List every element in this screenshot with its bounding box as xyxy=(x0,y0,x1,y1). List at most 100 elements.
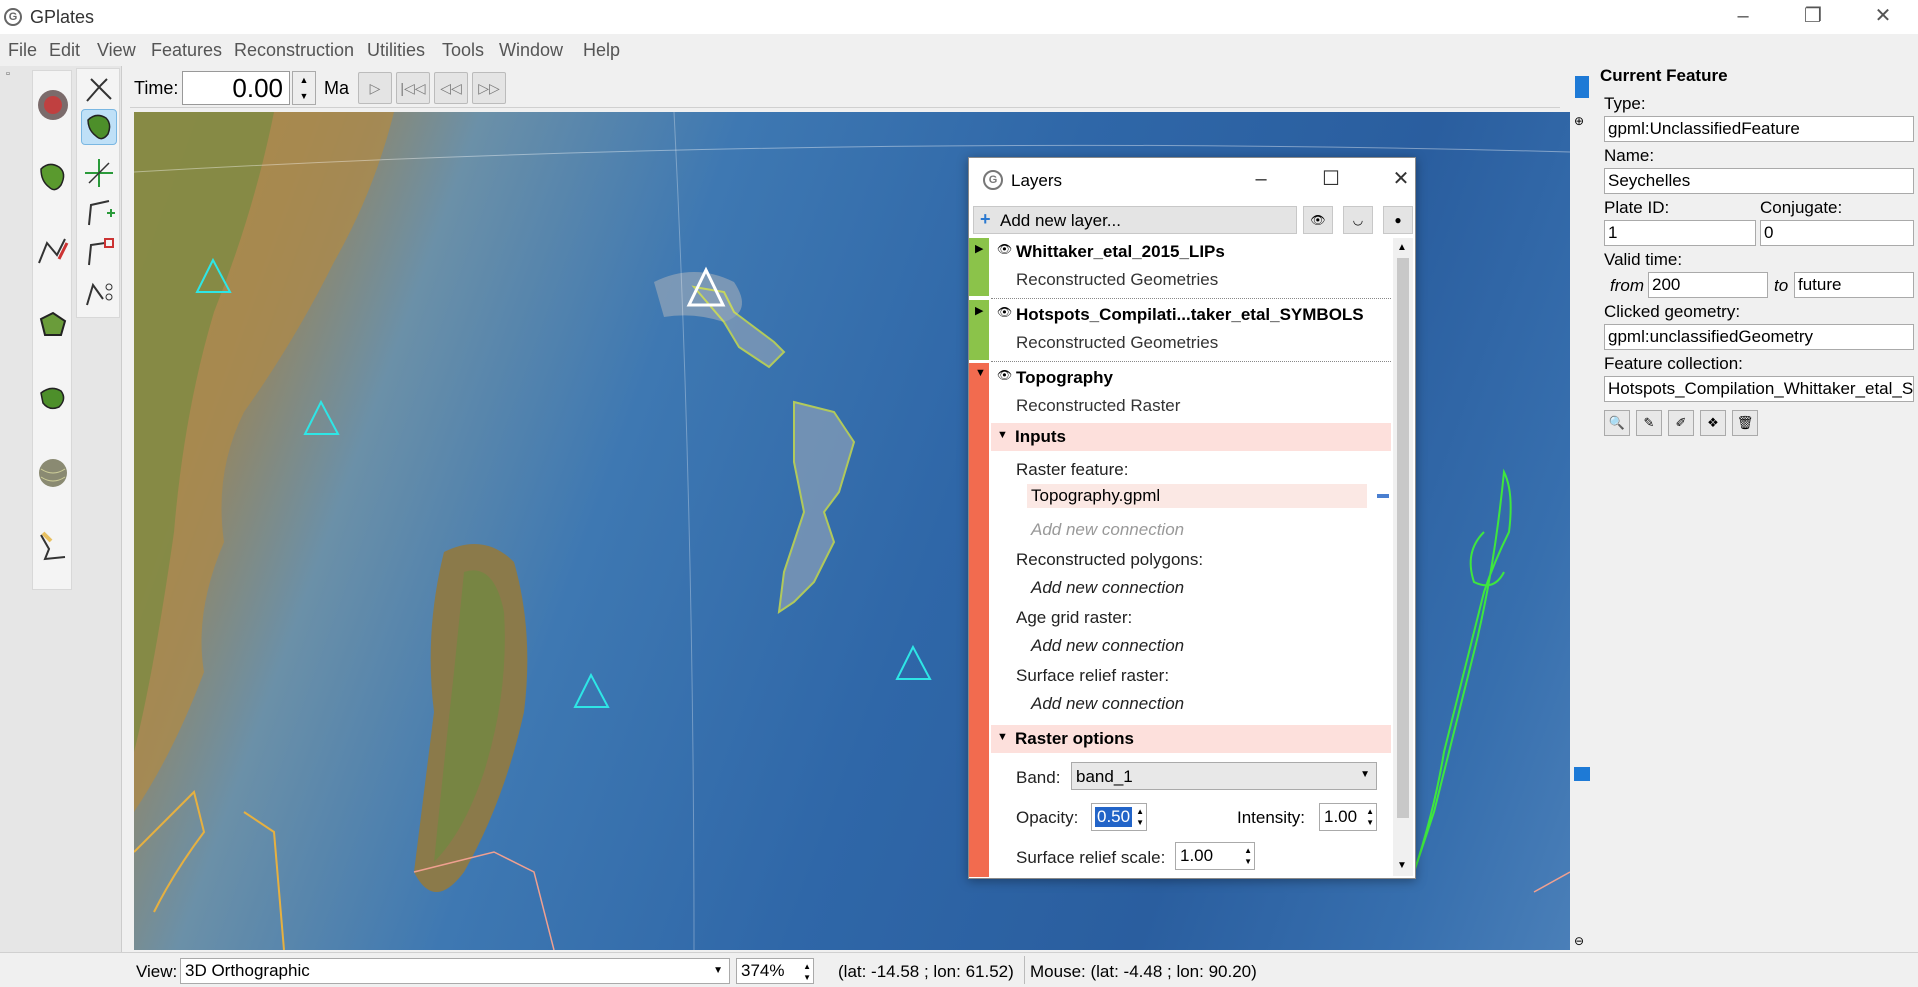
title-bar xyxy=(0,0,1918,34)
split-feature-tool-icon[interactable] xyxy=(81,275,117,311)
expand-arrow-icon[interactable]: ▶ xyxy=(975,304,983,317)
layers-maximize-icon[interactable]: ☐ xyxy=(1311,166,1351,194)
rewind-to-start-button[interactable]: |◁◁ xyxy=(396,72,430,104)
edit-feature-icon[interactable]: ✎ xyxy=(1636,410,1662,436)
inputs-heading: Inputs xyxy=(1015,427,1066,446)
clone-geometry-icon[interactable]: ✐ xyxy=(1668,410,1694,436)
move-feature-tool-icon[interactable] xyxy=(81,109,117,145)
type-field[interactable]: gpml:UnclassifiedFeature xyxy=(1604,116,1914,142)
view-globe-tool-icon[interactable] xyxy=(35,87,71,123)
surface-relief-scale-spinbox[interactable]: 1.00 ▲ ▼ xyxy=(1175,842,1255,870)
time-slider-handle[interactable] xyxy=(1575,76,1589,98)
feature-collection-field[interactable]: Hotspots_Compilation_Whittaker_etal_SY xyxy=(1604,376,1914,402)
layers-close-icon[interactable]: ✕ xyxy=(1381,166,1421,194)
add-new-layer-button[interactable]: + Add new layer... xyxy=(973,206,1297,234)
visibility-eye-icon[interactable]: 👁 xyxy=(997,242,1012,256)
menu-reconstruction[interactable]: Reconstruction xyxy=(234,40,354,61)
layer-type: Reconstructed Geometries xyxy=(1016,270,1219,289)
restore-icon[interactable]: ❐ xyxy=(1778,0,1848,34)
band-select[interactable]: band_1 ▼ xyxy=(1071,762,1377,790)
chevron-down-icon: ▼ xyxy=(713,965,723,976)
tool-group-bar xyxy=(32,70,72,590)
zoom-value: 374% xyxy=(741,961,785,980)
menu-edit[interactable]: Edit xyxy=(49,40,80,61)
step-forward-button[interactable]: ▷▷ xyxy=(472,72,506,104)
collapse-arrow-icon: ▼ xyxy=(997,731,1008,743)
show-all-layers-button[interactable]: 👁 xyxy=(1303,206,1333,234)
name-label: Name: xyxy=(1604,146,1655,165)
topology-tool-icon[interactable] xyxy=(35,307,71,343)
menu-file[interactable]: File xyxy=(8,40,37,61)
valid-to-field[interactable]: future xyxy=(1794,272,1914,298)
step-back-button[interactable]: ◁◁ xyxy=(434,72,468,104)
view-projection-select[interactable]: 3D Orthographic ▼ xyxy=(180,958,730,984)
hide-all-layers-button[interactable]: ◡ xyxy=(1343,206,1373,234)
menu-tools[interactable]: Tools xyxy=(442,40,484,61)
expand-arrow-icon[interactable]: ▶ xyxy=(975,242,983,255)
add-new-layer-label: Add new layer... xyxy=(1000,211,1121,230)
conjugate-field[interactable]: 0 xyxy=(1760,220,1914,246)
measure-distance-tool-icon[interactable] xyxy=(35,529,71,565)
play-button[interactable]: ▷ xyxy=(358,72,392,104)
raster-options-section-header[interactable]: ▼ Raster options xyxy=(991,725,1391,753)
feature-inspection-tool-icon[interactable] xyxy=(35,159,71,195)
zoom-slider[interactable] xyxy=(1572,112,1590,950)
intensity-spinbox[interactable]: 1.00 ▲ ▼ xyxy=(1319,803,1377,831)
close-icon[interactable]: ✕ xyxy=(1848,0,1918,34)
menu-help[interactable]: Help xyxy=(583,40,620,61)
scroll-down-icon[interactable]: ▼ xyxy=(1397,860,1407,871)
surface-relief-scale-label: Surface relief scale: xyxy=(1016,848,1166,867)
small-circle-tool-icon[interactable] xyxy=(35,455,71,491)
delete-vertex-tool-icon[interactable] xyxy=(81,235,117,271)
layers-window: G Layers – ☐ ✕ + Add new layer... 👁 ◡ ● … xyxy=(968,157,1416,879)
menu-utilities[interactable]: Utilities xyxy=(367,40,425,61)
zoom-slider-handle[interactable] xyxy=(1574,767,1590,781)
feature-collection-label: Feature collection: xyxy=(1604,354,1743,373)
remove-connection-icon[interactable] xyxy=(1377,494,1389,498)
scroll-up-icon[interactable]: ▲ xyxy=(1397,242,1407,253)
opacity-spinbox[interactable]: 0.50 ▲ ▼ xyxy=(1091,803,1147,831)
inputs-section-header[interactable]: ▼ Inputs xyxy=(991,423,1391,451)
delete-feature-icon[interactable]: 🗑 xyxy=(1732,410,1758,436)
add-connection-link[interactable]: Add new connection xyxy=(1031,694,1184,714)
zoom-out-icon[interactable]: ⊖ xyxy=(1574,934,1584,948)
visibility-eye-icon[interactable]: 👁 xyxy=(997,368,1012,382)
choose-feature-tool-icon[interactable] xyxy=(81,71,117,107)
clone-feature-icon[interactable]: ❖ xyxy=(1700,410,1726,436)
status-divider xyxy=(1024,956,1025,984)
layer-name[interactable]: Whittaker_etal_2015_LIPs xyxy=(1016,242,1225,262)
float-toolbar-icon[interactable]: ▫ xyxy=(6,68,24,84)
layer-name[interactable]: Hotspots_Compilati...taker_etal_SYMBOLS xyxy=(1016,305,1364,325)
add-connection-link[interactable]: Add new connection xyxy=(1031,578,1184,598)
raster-feature-connection[interactable]: Topography.gpml xyxy=(1027,484,1367,508)
layers-scrollbar-thumb[interactable] xyxy=(1397,258,1409,818)
query-feature-icon[interactable]: 🔍 xyxy=(1604,410,1630,436)
clicked-geometry-field[interactable]: gpml:unclassifiedGeometry xyxy=(1604,324,1914,350)
layer-separator xyxy=(991,361,1391,362)
pole-manipulation-tool-icon[interactable] xyxy=(35,381,71,417)
valid-time-label: Valid time: xyxy=(1604,250,1683,269)
zoom-spinbox[interactable]: 374% ▲ ▼ xyxy=(736,958,814,984)
time-spinner[interactable]: ▲ ▼ xyxy=(292,71,316,105)
layers-minimize-icon[interactable]: – xyxy=(1241,166,1281,194)
valid-from-field[interactable]: 200 xyxy=(1648,272,1768,298)
layer-colours-button[interactable]: ● xyxy=(1383,206,1413,234)
move-vertex-tool-icon[interactable] xyxy=(81,155,117,191)
raster-options-heading: Raster options xyxy=(1015,729,1135,748)
menu-features[interactable]: Features xyxy=(151,40,222,61)
menu-window[interactable]: Window xyxy=(499,40,563,61)
collapse-arrow-icon[interactable]: ▼ xyxy=(975,367,986,379)
time-input[interactable]: 0.00 xyxy=(182,71,290,105)
digitise-tool-icon[interactable] xyxy=(35,233,71,269)
layer-type: Reconstructed Raster xyxy=(1016,396,1181,415)
minimize-icon[interactable]: – xyxy=(1708,0,1778,34)
add-connection-link[interactable]: Add new connection xyxy=(1031,520,1184,540)
zoom-in-icon[interactable]: ⊕ xyxy=(1574,114,1584,128)
plate-id-field[interactable]: 1 xyxy=(1604,220,1756,246)
name-field[interactable]: Seychelles xyxy=(1604,168,1914,194)
menu-view[interactable]: View xyxy=(97,40,136,61)
visibility-eye-icon[interactable]: 👁 xyxy=(997,305,1012,319)
insert-vertex-tool-icon[interactable] xyxy=(81,195,117,231)
layer-name[interactable]: Topography xyxy=(1016,368,1113,388)
add-connection-link[interactable]: Add new connection xyxy=(1031,636,1184,656)
